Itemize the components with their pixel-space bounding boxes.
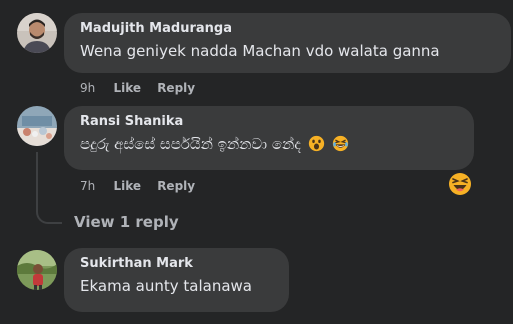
comment-actions: 9h Like Reply <box>80 80 195 96</box>
comments-section: Madujith Maduranga Wena geniyek nadda Ma… <box>0 0 513 324</box>
comment-bubble: Sukirthan Mark Ekama aunty talanawa <box>64 248 289 312</box>
comment-text: Wena geniyek nadda Machan vdo walata gan… <box>80 42 440 60</box>
haha-reaction-icon[interactable] <box>448 172 472 196</box>
comment-bubble: Madujith Maduranga Wena geniyek nadda Ma… <box>64 13 511 73</box>
reply-button[interactable]: Reply <box>157 178 195 194</box>
like-button[interactable]: Like <box>113 178 141 194</box>
avatar-ransi[interactable] <box>17 106 57 146</box>
comment-text-row: පදුරු අස්සේ සර්පයින් ඉන්නවා නේද <box>80 133 462 155</box>
thread-connector <box>36 202 62 224</box>
reply-button[interactable]: Reply <box>157 80 195 96</box>
comment-actions: 7h Like Reply <box>80 178 195 194</box>
grinning-squinting-face-emoji <box>332 135 348 152</box>
avatar-madujith[interactable] <box>17 13 57 53</box>
comment-text: Ekama aunty talanawa <box>80 277 252 295</box>
comment-author[interactable]: Ransi Shanika <box>80 114 462 130</box>
view-replies-button[interactable]: View 1 reply <box>74 212 179 232</box>
comment-author[interactable]: Sukirthan Mark <box>80 256 277 272</box>
face-with-open-mouth-emoji <box>308 135 324 152</box>
like-button[interactable]: Like <box>113 80 141 96</box>
avatar-sukirthan[interactable] <box>17 250 57 290</box>
comment-author[interactable]: Madujith Maduranga <box>80 21 499 37</box>
comment-text: පදුරු අස්සේ සර්පයින් ඉන්නවා නේද <box>80 135 301 153</box>
thread-line <box>36 152 38 206</box>
comment-time[interactable]: 9h <box>80 80 95 96</box>
avatar-image <box>17 106 57 146</box>
avatar-image <box>17 250 57 290</box>
avatar-image <box>17 13 57 53</box>
comment-time[interactable]: 7h <box>80 178 95 194</box>
comment-bubble: Ransi Shanika පදුරු අස්සේ සර්පයින් ඉන්නව… <box>64 106 474 170</box>
